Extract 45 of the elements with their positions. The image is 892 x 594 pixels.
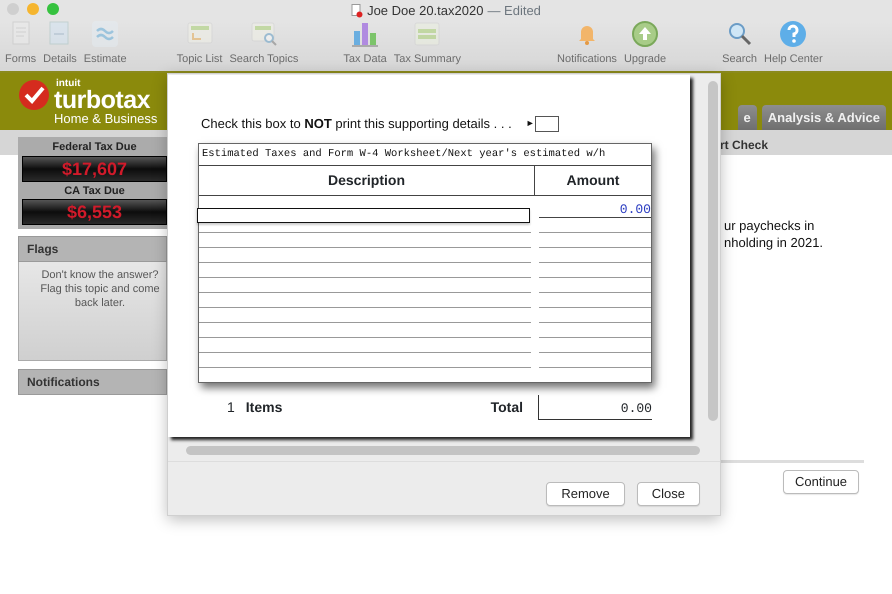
tab[interactable]: e xyxy=(738,105,757,130)
pointer-marker: ► xyxy=(526,117,535,130)
wave-icon xyxy=(90,18,120,48)
body-text: nholding in 2021. xyxy=(724,235,824,250)
toolbar-button[interactable]: Help Center xyxy=(764,18,823,67)
column-header: Amount xyxy=(566,171,620,190)
worksheet-title: Estimated Taxes and Form W-4 Worksheet/Next year's estimated w/h xyxy=(199,144,651,166)
help-icon xyxy=(778,18,808,48)
vertical-scrollbar[interactable] xyxy=(708,81,718,421)
tax-due-label: CA Tax Due xyxy=(63,184,126,198)
description-field[interactable] xyxy=(197,208,530,222)
tax-due-label: Federal Tax Due xyxy=(51,140,138,155)
total-label: Total xyxy=(490,398,523,417)
body-text: ur paychecks in xyxy=(724,218,814,233)
tax-due-amount: $17,607 xyxy=(22,156,167,182)
brand-name: intuit xyxy=(56,79,82,89)
continue-button[interactable]: Continue xyxy=(783,470,860,494)
product-name: turbotax xyxy=(54,89,150,111)
checkmark-logo-icon xyxy=(18,79,50,111)
column-header: Description xyxy=(199,166,535,195)
amount-field[interactable]: 0.00 xyxy=(539,203,651,218)
edited-status: — Edited xyxy=(487,2,541,20)
checkbox[interactable] xyxy=(534,116,559,132)
total-amount: 0.00 xyxy=(538,395,652,420)
window-title: Joe Doe 20.tax2020 xyxy=(367,2,484,20)
toolbar-button[interactable]: Search xyxy=(722,18,757,67)
checkbox-label: Check this box to NOT print this supporting details . . . xyxy=(201,115,512,133)
edition-name: Home & Business xyxy=(54,111,158,126)
tab[interactable]: Analysis & Advice xyxy=(762,105,886,130)
items-count: 1 xyxy=(227,398,235,417)
subtab-label: rt Check xyxy=(720,138,768,152)
toolbar-button[interactable]: Tax Data xyxy=(343,18,387,67)
toolbar-button[interactable]: Upgrade xyxy=(624,18,666,67)
minimize-button[interactable] xyxy=(27,3,39,15)
zoom-button[interactable] xyxy=(47,3,59,15)
dialog-button[interactable]: Close xyxy=(636,482,700,506)
toolbar-button[interactable]: Notifications xyxy=(557,18,617,67)
dialog-button[interactable]: Remove xyxy=(546,482,625,506)
tax-due-amount: $6,553 xyxy=(22,199,167,225)
horizontal-scrollbar[interactable] xyxy=(186,446,700,455)
flags-hint: Don't know the answer? Flag this topic and come back later. xyxy=(39,268,161,310)
panel-header: Notifications xyxy=(18,369,167,395)
panel-header: Flags xyxy=(18,236,167,262)
items-label: Items xyxy=(246,398,282,417)
document-icon xyxy=(351,4,364,18)
